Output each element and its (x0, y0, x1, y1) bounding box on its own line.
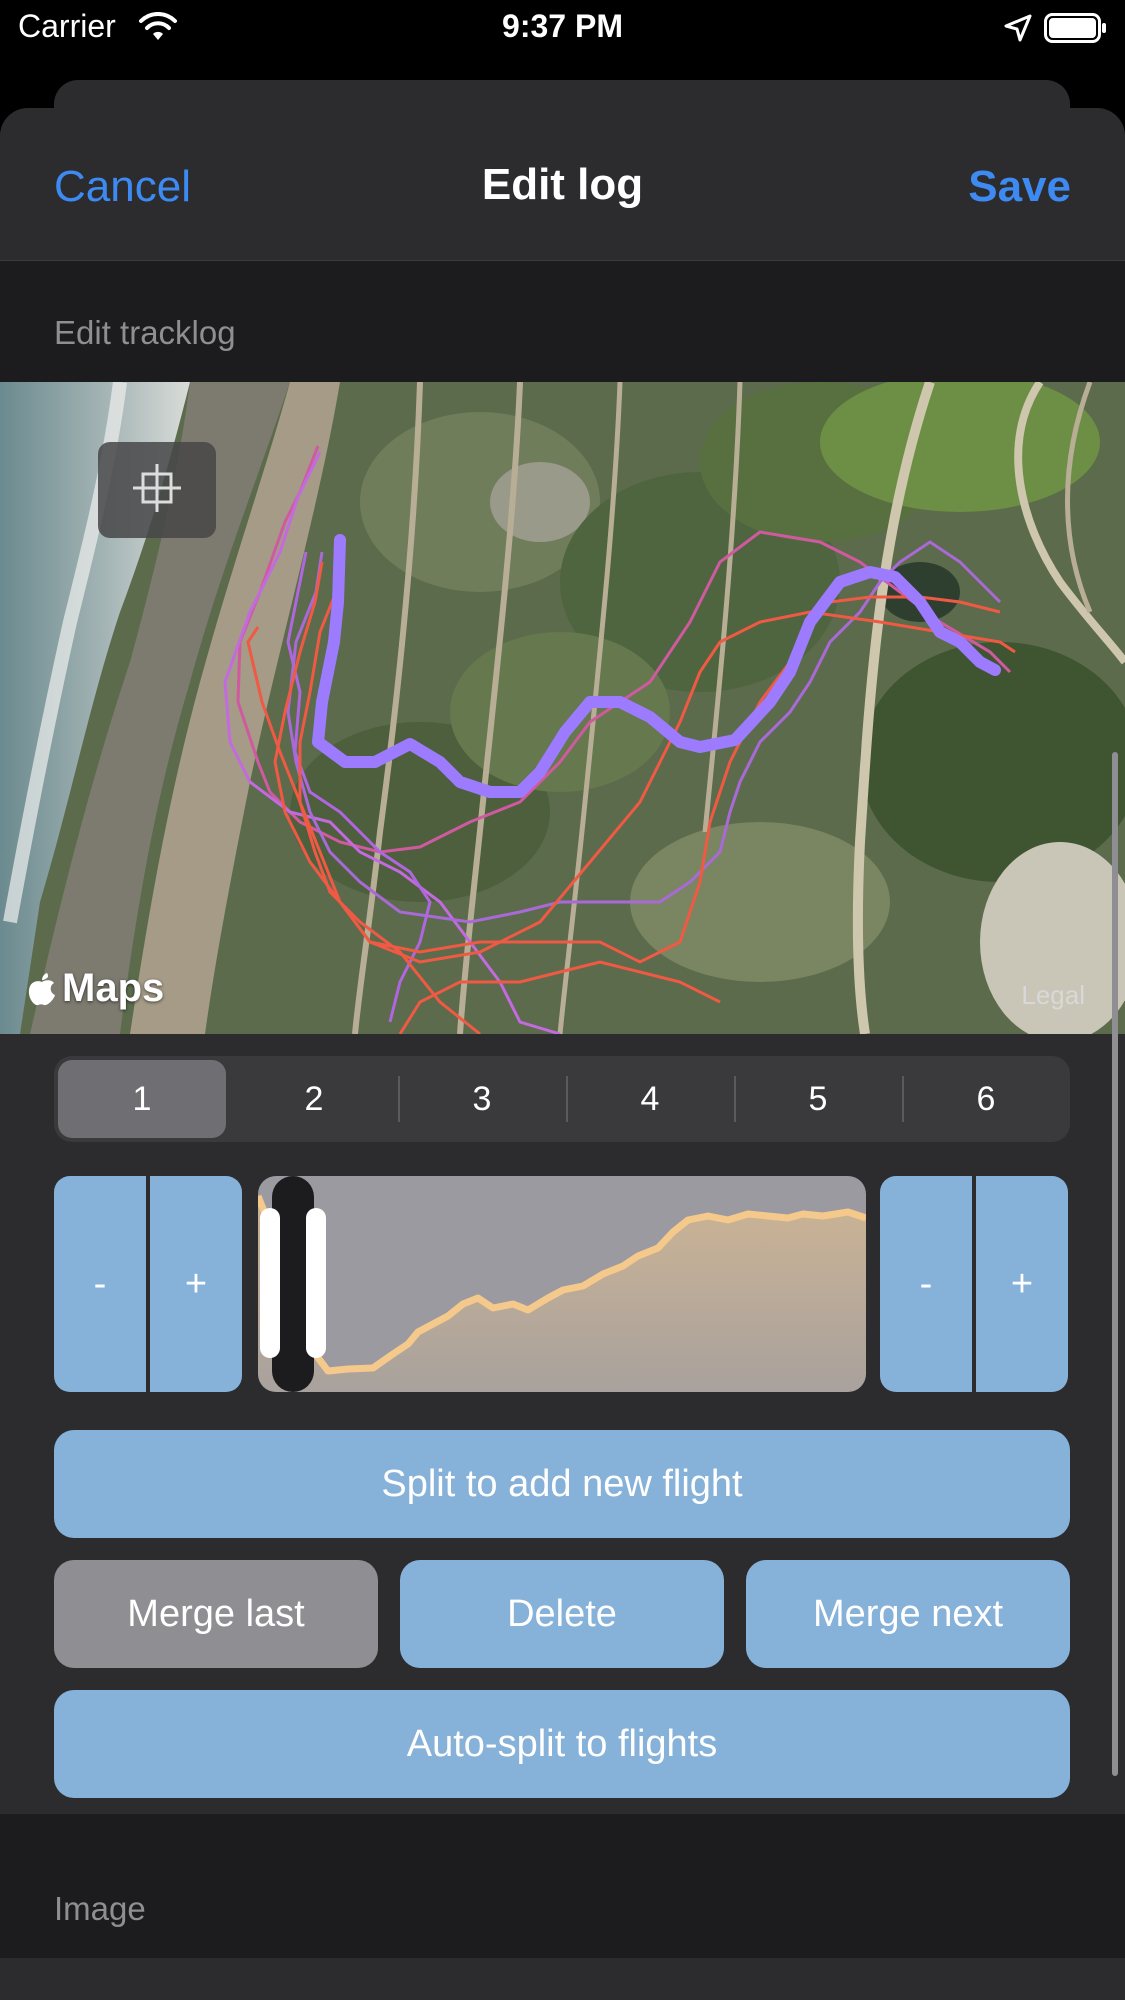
altitude-trim-graph[interactable] (258, 1176, 866, 1392)
scrollbar[interactable] (1112, 752, 1118, 1776)
start-minus-button[interactable]: - (54, 1176, 146, 1392)
end-trim-stepper: - + (880, 1176, 1068, 1392)
apple-maps-logo: Maps (26, 966, 164, 1011)
start-trim-stepper: - + (54, 1176, 242, 1392)
section-header-image: Image (54, 1890, 146, 1927)
auto-split-button[interactable]: Auto-split to flights (54, 1690, 1070, 1798)
crop-icon (129, 460, 185, 521)
page-title: Edit log (481, 160, 644, 209)
battery-icon (1044, 12, 1108, 49)
end-minus-button[interactable]: - (880, 1176, 972, 1392)
image-card (0, 1958, 1125, 2000)
maps-logo-text: Maps (62, 966, 165, 1010)
segment-flight-5[interactable]: 5 (734, 1056, 902, 1142)
apple-logo-icon (28, 972, 55, 1005)
section-header-tracklog: Edit tracklog (54, 314, 236, 351)
altitude-profile-chart (258, 1176, 866, 1392)
trim-start-handle[interactable] (260, 1208, 280, 1358)
split-flight-button[interactable]: Split to add new flight (54, 1430, 1070, 1538)
merge-next-button[interactable]: Merge next (746, 1560, 1070, 1668)
location-arrow-icon (1004, 14, 1032, 47)
save-button[interactable]: Save (968, 162, 1071, 212)
delete-button[interactable]: Delete (400, 1560, 724, 1668)
status-time: 9:37 PM (502, 8, 623, 44)
segment-flight-3[interactable]: 3 (398, 1056, 566, 1142)
segment-flight-6[interactable]: 6 (902, 1056, 1070, 1142)
legal-link[interactable]: Legal (1021, 980, 1085, 1011)
status-bar: Carrier 9:37 PM (0, 0, 1125, 56)
segment-flight-1[interactable]: 1 (58, 1060, 226, 1138)
segment-flight-4[interactable]: 4 (566, 1056, 734, 1142)
start-plus-button[interactable]: + (150, 1176, 242, 1392)
segment-flight-2[interactable]: 2 (230, 1056, 398, 1142)
trim-end-handle[interactable] (306, 1208, 326, 1358)
merge-last-button[interactable]: Merge last (54, 1560, 378, 1668)
flight-segmented-control: 1 2 3 4 5 6 (54, 1056, 1070, 1142)
nav-bar: Cancel Edit log Save (0, 108, 1125, 261)
end-plus-button[interactable]: + (976, 1176, 1068, 1392)
crop-button[interactable] (98, 442, 216, 538)
